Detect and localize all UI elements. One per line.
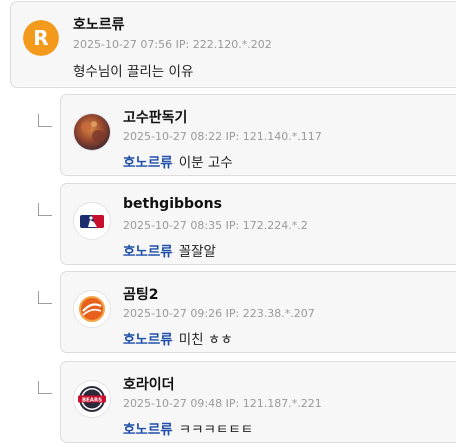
comment-ip: 121.187.*.221: [242, 397, 322, 410]
comment-meta: 2025-10-27 09:26 IP: 223.38.*.207: [123, 307, 315, 320]
comment-meta: 2025-10-27 08:35 IP: 172.224.*.2: [123, 219, 308, 232]
reply-comment: bethgibbons 2025-10-27 08:35 IP: 172.224…: [60, 183, 456, 265]
comment-timestamp: 2025-10-27 08:35: [123, 219, 223, 232]
comment-text: 미친 ㅎㅎ: [178, 332, 233, 348]
comment-timestamp: 2025-10-27 09:26: [123, 307, 223, 320]
mention-link[interactable]: 호노르류: [123, 332, 173, 348]
comment-author[interactable]: bethgibbons: [123, 196, 222, 212]
avatar-photo-icon[interactable]: [73, 113, 111, 151]
ip-label: IP:: [225, 130, 240, 143]
comment-ip: 121.140.*.117: [242, 130, 322, 143]
comment-body: 호노르류 ㅋㅋㅋㅌㅌㅌ: [123, 418, 253, 438]
ip-label: IP:: [225, 219, 240, 232]
comment-timestamp: 2025-10-27 07:56: [73, 38, 173, 51]
comment-ip: 222.120.*.202: [192, 38, 272, 51]
reply-comment: 곰팅2 2025-10-27 09:26 IP: 223.38.*.207 호노…: [60, 271, 456, 353]
comment-author[interactable]: 곰팅2: [123, 284, 159, 304]
comment-author[interactable]: 고수판독기: [123, 107, 187, 127]
bears-logo-icon[interactable]: BEARS: [73, 380, 111, 418]
ip-label: IP:: [225, 397, 240, 410]
comment-author[interactable]: 호노르류: [73, 14, 125, 34]
comment-text: 이분 고수: [178, 155, 233, 171]
comment-ip: 172.224.*.2: [242, 219, 308, 232]
comment-text: 꼴잘알: [178, 244, 216, 260]
comment-text: 형수님이 끌리는 이유: [73, 64, 194, 80]
comment-body: 호노르류 꼴잘알: [123, 240, 216, 260]
mention-link[interactable]: 호노르류: [123, 244, 173, 260]
svg-text:R: R: [33, 26, 48, 50]
comment-timestamp: 2025-10-27 09:48: [123, 397, 223, 410]
ip-label: IP:: [225, 307, 240, 320]
comment-meta: 2025-10-27 07:56 IP: 222.120.*.202: [73, 38, 272, 51]
mention-link[interactable]: 호노르류: [123, 155, 173, 171]
reply-connector-icon: [38, 114, 52, 127]
comment-timestamp: 2025-10-27 08:22: [123, 130, 223, 143]
comment-ip: 223.38.*.207: [242, 307, 315, 320]
baseball-logo-icon[interactable]: [73, 290, 111, 328]
reply-connector-icon: [38, 381, 52, 394]
comment-meta: 2025-10-27 09:48 IP: 121.187.*.221: [123, 397, 322, 410]
mlb-logo-icon[interactable]: [73, 202, 111, 240]
parent-comment: R 호노르류 2025-10-27 07:56 IP: 222.120.*.20…: [10, 1, 456, 88]
comment-meta: 2025-10-27 08:22 IP: 121.140.*.117: [123, 130, 322, 143]
comment-body: 호노르류 미친 ㅎㅎ: [123, 328, 233, 348]
ip-label: IP:: [175, 38, 190, 51]
mention-link[interactable]: 호노르류: [123, 422, 173, 438]
reply-comment: 고수판독기 2025-10-27 08:22 IP: 121.140.*.117…: [60, 94, 456, 176]
comment-text: ㅋㅋㅋㅌㅌㅌ: [178, 422, 254, 438]
reply-connector-icon: [38, 203, 52, 216]
avatar-orange-r-icon[interactable]: R: [23, 20, 59, 56]
comment-body: 호노르류 이분 고수: [123, 151, 233, 171]
reply-connector-icon: [38, 291, 52, 304]
comment-author[interactable]: 호라이더: [123, 374, 175, 394]
svg-text:BEARS: BEARS: [82, 397, 102, 403]
reply-comment: BEARS 호라이더 2025-10-27 09:48 IP: 121.187.…: [60, 361, 456, 443]
comment-thread: R 호노르류 2025-10-27 07:56 IP: 222.120.*.20…: [0, 0, 456, 447]
